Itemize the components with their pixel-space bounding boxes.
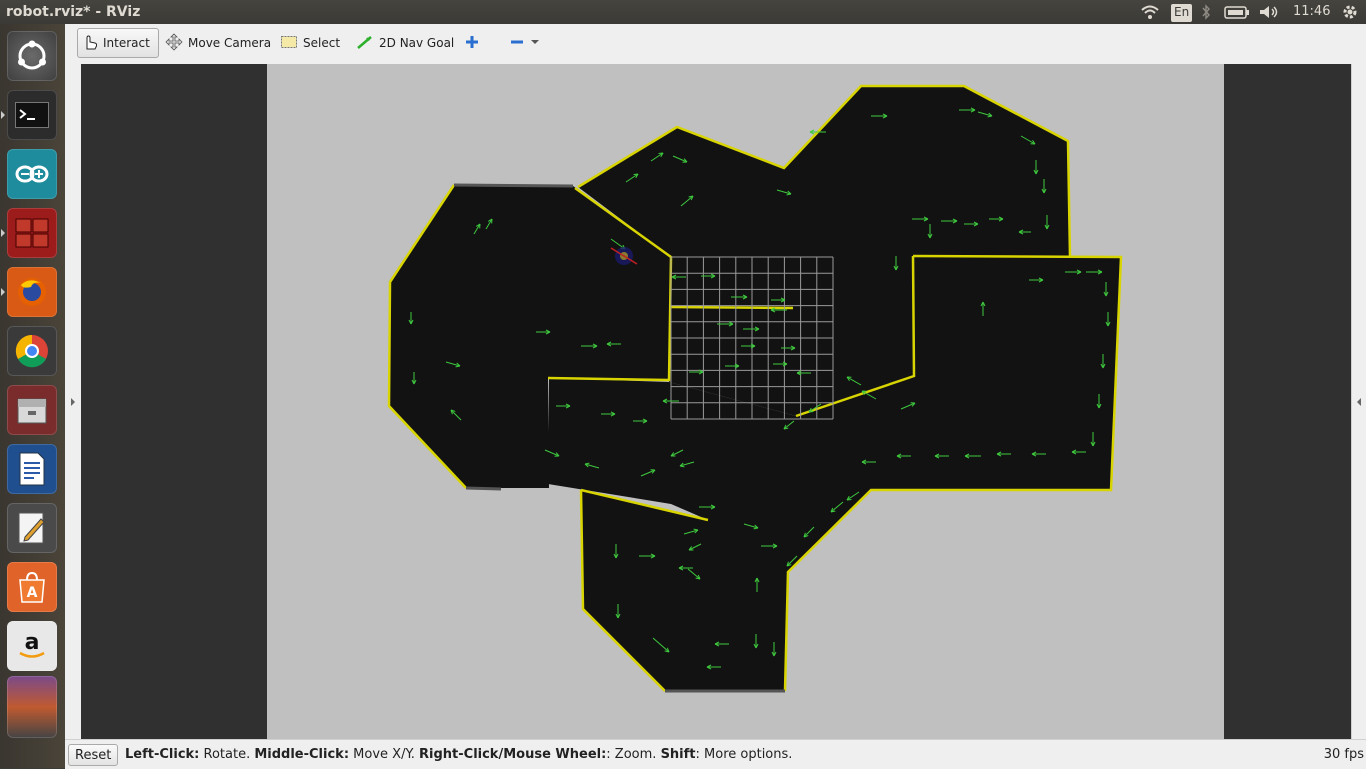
- interact-label: Interact: [103, 36, 150, 50]
- select-tool-button[interactable]: Select: [276, 28, 344, 58]
- writer-icon[interactable]: [7, 444, 57, 494]
- move-camera-label: Move Camera: [188, 36, 272, 50]
- interact-tool-button[interactable]: Interact: [77, 28, 159, 58]
- status-bar: Reset Left-Click: Rotate. Middle-Click: …: [65, 739, 1366, 769]
- nav-goal-arrow-icon: [356, 34, 374, 53]
- running-indicator: [1, 288, 5, 296]
- terminal-icon[interactable]: [7, 90, 57, 140]
- fps-counter: 30 fps: [1323, 747, 1364, 762]
- select-label: Select: [303, 36, 341, 50]
- clock[interactable]: 11:46: [1293, 4, 1330, 22]
- hint-shift-action: : More options.: [695, 747, 793, 762]
- ubuntu-dash-icon[interactable]: [7, 31, 57, 81]
- nav-goal-label: 2D Nav Goal: [379, 36, 455, 50]
- hint-middle-click-key: Middle-Click:: [254, 747, 350, 762]
- hint-right-click-key: Right-Click/Mouse Wheel:: [419, 747, 607, 762]
- file-manager-icon[interactable]: [7, 385, 57, 435]
- reset-view-button[interactable]: Reset: [68, 744, 119, 766]
- chevron-down-icon[interactable]: [530, 36, 540, 50]
- move-camera-icon: [165, 32, 183, 54]
- hint-left-click-action: Rotate.: [199, 747, 255, 762]
- arduino-icon[interactable]: [7, 149, 57, 199]
- map-canvas: [267, 64, 1224, 739]
- rviz-window: Interact Move Camera Select 2D Nav Goal: [65, 24, 1366, 769]
- keyboard-layout-indicator[interactable]: En: [1171, 4, 1193, 22]
- window-title: robot.rviz* - RViz: [6, 4, 141, 20]
- plus-icon: [464, 34, 480, 53]
- amazon-icon[interactable]: a: [7, 621, 57, 671]
- battery-icon[interactable]: [1224, 3, 1250, 21]
- nav-goal-tool-button[interactable]: 2D Nav Goal: [352, 28, 458, 58]
- session-gear-icon[interactable]: [1341, 3, 1359, 21]
- workspaces-icon[interactable]: [7, 208, 57, 258]
- add-tool-button[interactable]: [460, 28, 484, 58]
- hint-shift-key: Shift: [660, 747, 696, 762]
- left-dock-splitter[interactable]: [65, 64, 82, 739]
- remove-tool-button[interactable]: [505, 28, 544, 58]
- wifi-icon[interactable]: [1140, 3, 1160, 21]
- stacked-apps-icon[interactable]: [7, 676, 57, 738]
- move-camera-tool-button[interactable]: Move Camera: [161, 28, 275, 58]
- chrome-icon[interactable]: [7, 326, 57, 376]
- hand-pointer-icon: [82, 33, 98, 54]
- software-center-icon[interactable]: A: [7, 562, 57, 612]
- top-panel: robot.rviz* - RViz En 11:46: [0, 0, 1366, 24]
- minus-icon: [509, 34, 525, 53]
- svg-text:a: a: [25, 631, 40, 655]
- bluetooth-icon[interactable]: [1201, 3, 1211, 21]
- tools-toolbar: Interact Move Camera Select 2D Nav Goal: [65, 24, 1366, 65]
- select-rect-icon: [280, 34, 298, 53]
- hint-middle-click-action: Move X/Y.: [349, 747, 420, 762]
- text-editor-icon[interactable]: [7, 503, 57, 553]
- hint-right-click-action: : Zoom.: [606, 747, 661, 762]
- right-dock-splitter[interactable]: [1351, 64, 1366, 739]
- volume-icon[interactable]: [1258, 3, 1280, 21]
- mouse-hint-text: Left-Click: Rotate. Middle-Click: Move X…: [125, 747, 792, 762]
- firefox-icon[interactable]: [7, 267, 57, 317]
- hint-left-click-key: Left-Click:: [125, 747, 200, 762]
- unity-launcher: A a: [0, 24, 65, 768]
- svg-text:A: A: [27, 585, 38, 601]
- running-indicator: [1, 111, 5, 119]
- 3d-render-viewport[interactable]: [81, 64, 1352, 739]
- running-indicator: [1, 229, 5, 237]
